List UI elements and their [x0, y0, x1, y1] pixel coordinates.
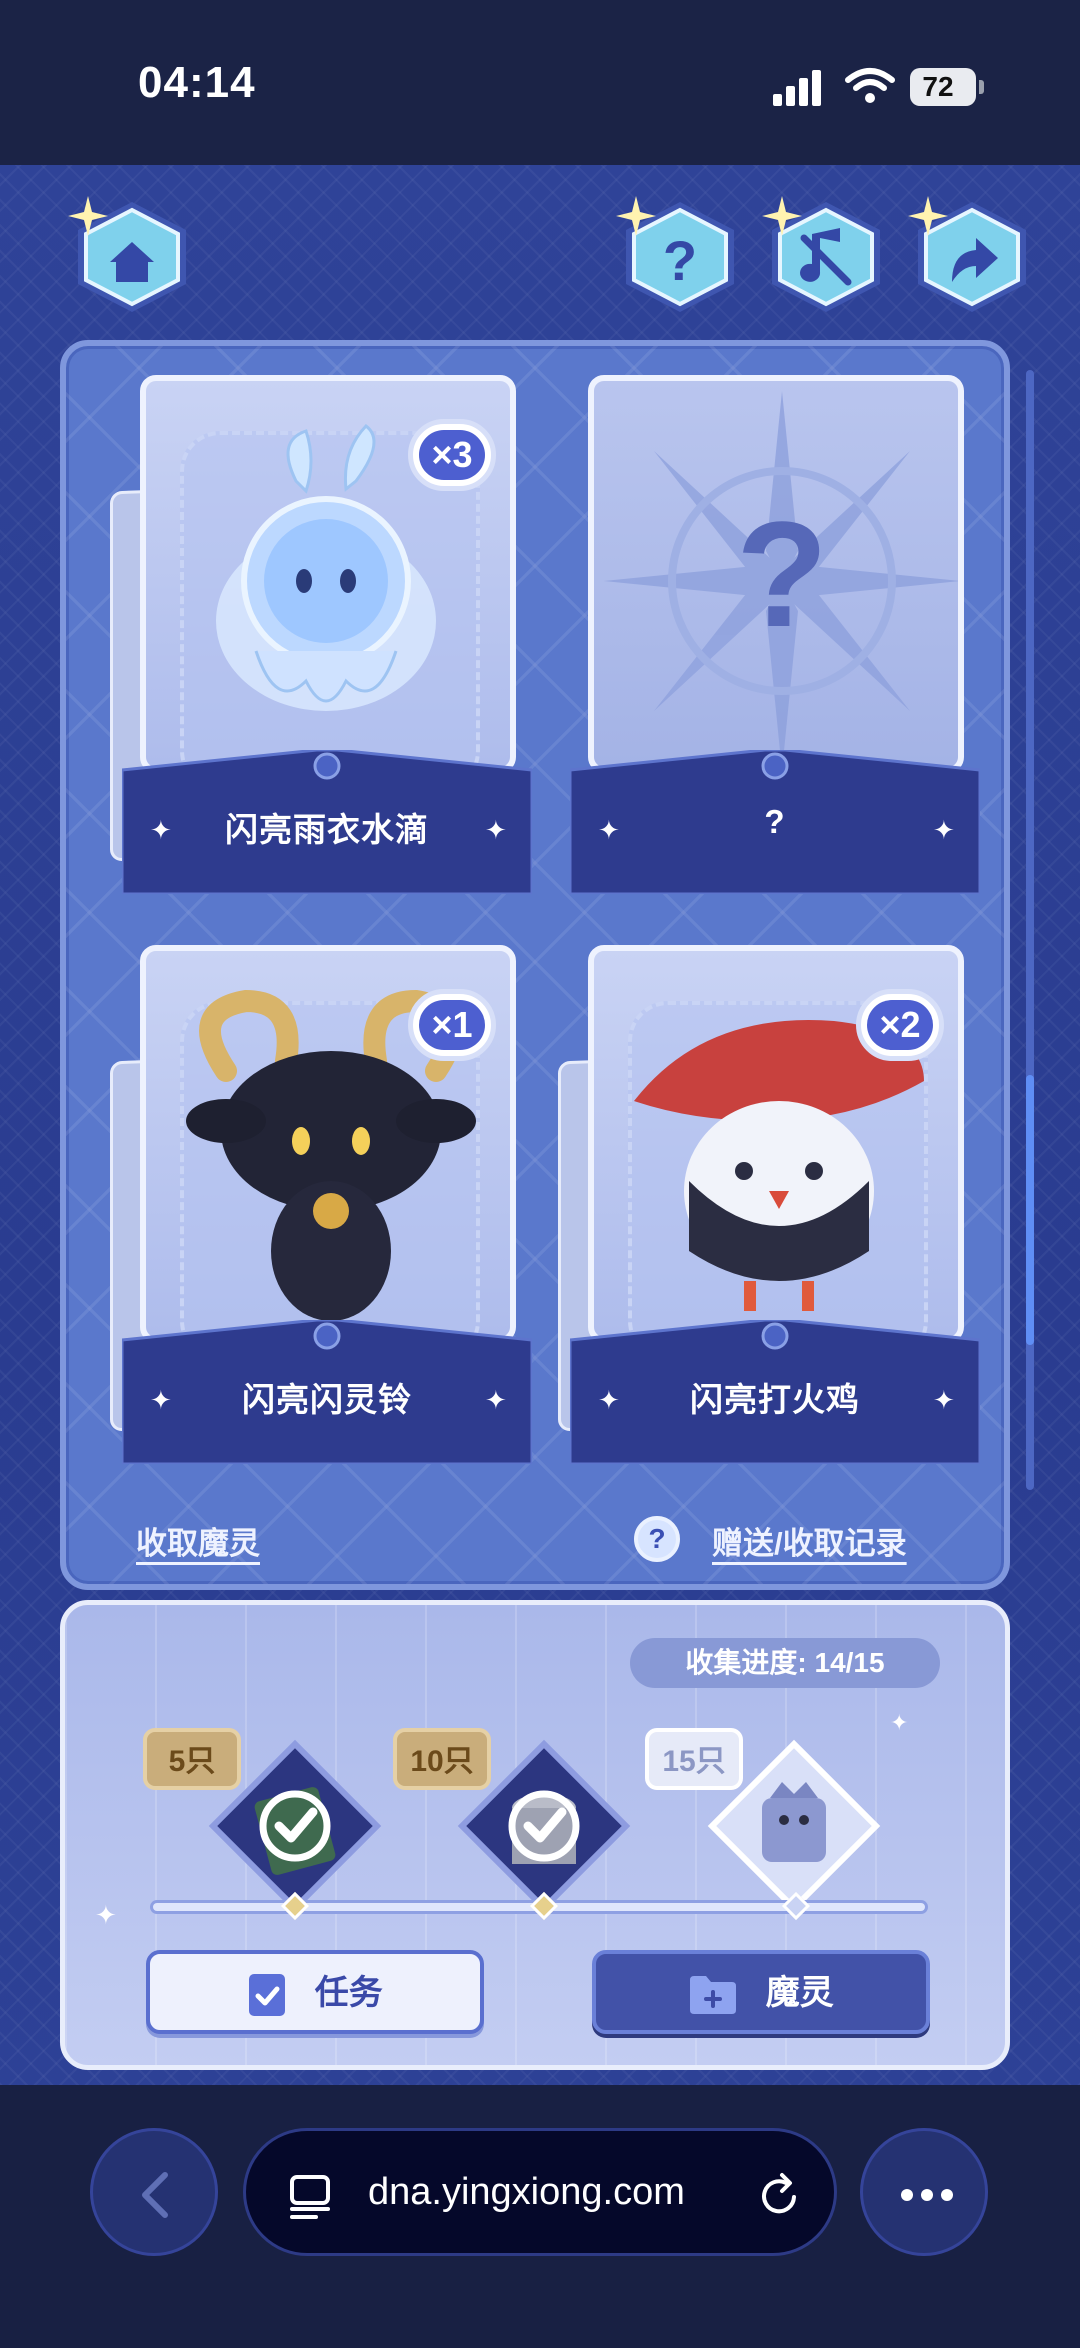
pet-card[interactable]: ×1 ✦ ✦ 闪亮闪灵铃 — [110, 945, 552, 1467]
milestone-tag: 15只 — [645, 1728, 743, 1790]
collection-progress-label: 收集进度: 14/15 — [630, 1638, 940, 1688]
help-button[interactable]: ? — [616, 196, 742, 316]
share-button[interactable] — [908, 196, 1034, 316]
sparkle-icon: ✦ — [95, 1900, 117, 1930]
pet-card[interactable]: ×2 ✦ ✦ 闪亮打火鸡 — [558, 945, 1000, 1467]
chevron-left-icon — [142, 2172, 168, 2218]
wifi-icon — [845, 66, 895, 106]
svg-text:?: ? — [736, 490, 828, 658]
receive-pet-link[interactable]: 收取魔灵 — [136, 1518, 260, 1563]
folder-add-icon — [690, 1976, 737, 2015]
url-text: dna.yingxiong.com — [368, 2171, 685, 2213]
status-time: 04:14 — [138, 58, 256, 107]
task-button-label: 任务 — [314, 1974, 383, 2012]
card-name: 闪亮雨衣水滴 — [225, 811, 429, 848]
sparkle-icon — [762, 196, 802, 236]
sparkle-icon — [68, 196, 108, 236]
reload-icon[interactable] — [754, 2171, 804, 2221]
scrollbar-thumb[interactable] — [1026, 1075, 1034, 1345]
battery-indicator: 72 — [910, 68, 984, 106]
task-button[interactable]: 任务 — [146, 1950, 484, 2034]
page-info-icon — [290, 2175, 330, 2219]
help-icon[interactable]: ? — [634, 1516, 680, 1562]
more-options-button[interactable] — [860, 2128, 988, 2256]
pet-button[interactable]: 魔灵 — [592, 1950, 930, 2034]
pet-card[interactable]: ×3 ✦ ✦ 闪亮雨衣水滴 — [110, 375, 552, 897]
milestone-tag: 10只 — [393, 1728, 491, 1790]
card-name: 闪亮闪灵铃 — [242, 1381, 412, 1418]
address-bar[interactable]: dna.yingxiong.com — [243, 2128, 837, 2256]
milestone-tag: 5只 — [143, 1728, 241, 1790]
more-dots-icon — [901, 2189, 953, 2201]
svg-text:?: ? — [663, 229, 697, 292]
task-document-icon — [249, 1974, 286, 2017]
count-badge: ×2 — [856, 989, 944, 1061]
status-bar: 04:14 72 — [0, 0, 1080, 165]
cellular-signal-icon — [773, 70, 825, 106]
locked-pet-card[interactable]: ? ✦ ✦ ? — [570, 375, 1000, 897]
sparkle-icon — [908, 196, 948, 236]
gift-records-link[interactable]: 赠送/收取记录 — [712, 1518, 907, 1563]
sparkle-icon: ✦ — [890, 1710, 909, 1735]
compass-star-icon: ? — [604, 391, 958, 767]
count-badge: ×1 — [408, 989, 496, 1061]
pet-button-label: 魔灵 — [765, 1974, 834, 2012]
home-button[interactable] — [68, 196, 194, 316]
card-name: 闪亮打火鸡 — [690, 1381, 860, 1418]
mute-music-button[interactable] — [762, 196, 888, 316]
count-badge: ×3 — [408, 419, 496, 491]
sparkle-icon — [616, 196, 656, 236]
card-name: ? — [764, 803, 786, 840]
back-button[interactable] — [90, 2128, 218, 2256]
